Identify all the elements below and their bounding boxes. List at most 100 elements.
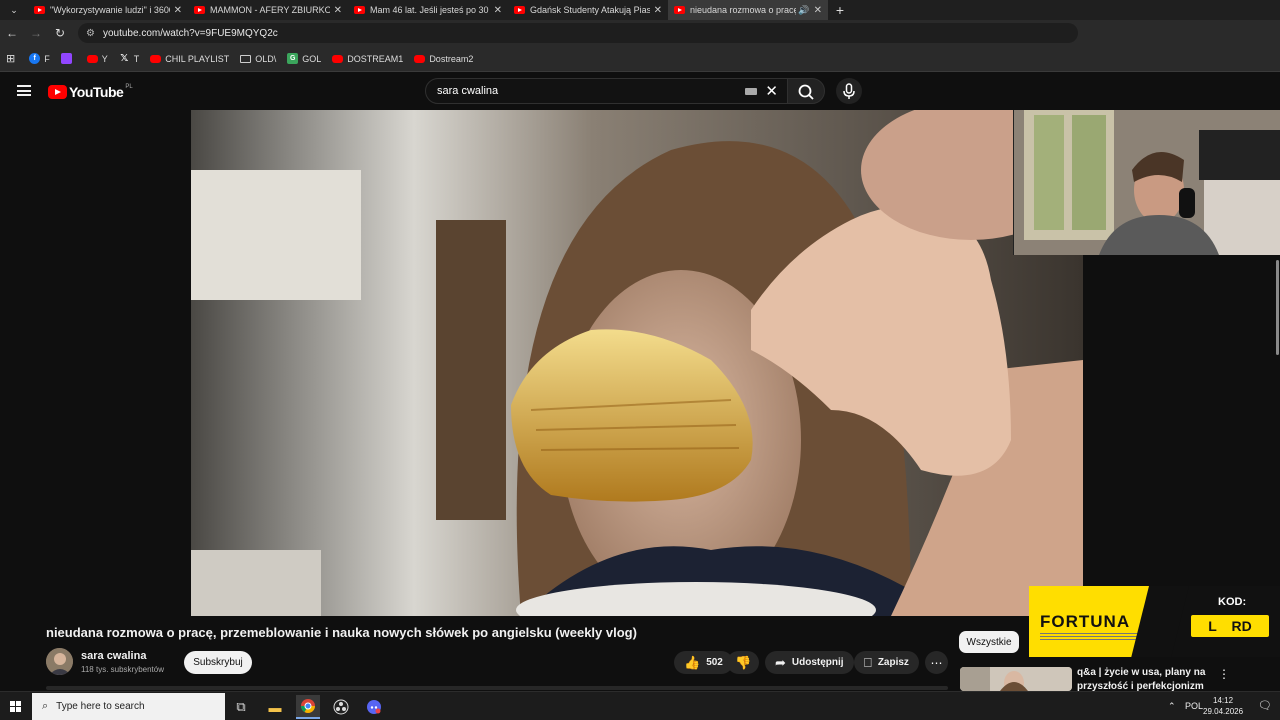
video-player-area[interactable] — [0, 110, 1280, 696]
back-arrow-icon[interactable]: ← — [0, 26, 24, 40]
dislike-button[interactable]: 👎 — [727, 651, 760, 674]
tab-close-icon[interactable]: ✕ — [494, 5, 502, 16]
youtube-play-icon — [48, 85, 67, 99]
tab-close-icon[interactable]: ✕ — [814, 5, 822, 16]
microphone-icon — [843, 83, 855, 99]
game-icon: G — [287, 53, 299, 64]
recommended-more-icon[interactable]: ⋮ — [1218, 667, 1230, 681]
x-icon: 𝕏 — [120, 53, 129, 64]
ad-fine-print — [1040, 633, 1150, 643]
share-arrow-icon: ➦ — [775, 654, 786, 670]
bookmarks-bar: ⊞ fF Y 𝕏T CHIL PLAYLIST OLD\ G GOL DOSTRE… — [0, 46, 1280, 72]
browser-tab-strip: ⌄ "Wykorzystywanie ludzi" i 3600 ✕ MAMMO… — [0, 0, 1280, 20]
url-input[interactable]: ⚙ youtube.com/watch?v=9FUE9MQYQ2c — [78, 23, 1078, 43]
youtube-favicon-icon — [34, 6, 45, 14]
browser-tab[interactable]: Mam 46 lat. Jeśli jesteś po 30 c ✕ — [348, 0, 508, 20]
voice-search-button[interactable] — [836, 78, 862, 104]
youtube-icon — [150, 54, 162, 63]
tab-title: Mam 46 lat. Jeśli jesteś po 30 c — [370, 5, 490, 15]
search-query: sara cwalina — [437, 85, 499, 97]
clear-search-icon[interactable]: ✕ — [765, 82, 778, 100]
thumbnail-image — [960, 667, 1072, 691]
bookmark-icon: ⎕ — [864, 654, 872, 670]
menu-hamburger-icon[interactable] — [17, 85, 31, 96]
search-input[interactable]: sara cwalina ✕ — [425, 78, 788, 104]
clock-date: 29.04.2026 — [1203, 707, 1244, 716]
webcam-image — [1014, 110, 1280, 255]
page-scrollbar[interactable] — [1276, 260, 1279, 355]
tab-close-icon[interactable]: ✕ — [174, 5, 182, 16]
like-button[interactable]: 👍 502 — [674, 651, 733, 674]
tab-close-icon[interactable]: ✕ — [334, 5, 342, 16]
bookmark-item[interactable] — [60, 53, 76, 64]
windows-taskbar: ⌕ Type here to search ⧉ ▬ ⌃ POL 14:12 29… — [0, 691, 1280, 720]
forward-arrow-icon[interactable]: → — [24, 26, 48, 40]
ad-code-label: KOD: — [1218, 596, 1247, 608]
new-tab-button[interactable]: + — [828, 0, 852, 20]
video-still-image — [191, 110, 1083, 616]
browser-tab[interactable]: MAMMON - AFERY ZBIURKOW ✕ — [188, 0, 348, 20]
obs-logo — [333, 699, 349, 715]
notification-icon[interactable]: 🗨 — [1258, 699, 1272, 712]
tab-search-chevron-icon[interactable]: ⌄ — [0, 0, 28, 20]
browser-tab-active[interactable]: nieudana rozmowa o pracę 🔊 ✕ — [668, 0, 828, 20]
subscribe-button[interactable]: Subskrybuj — [184, 651, 252, 674]
taskbar-search-input[interactable]: ⌕ Type here to search — [32, 693, 225, 720]
bookmark-item[interactable]: Dostream2 — [414, 54, 473, 64]
youtube-favicon-icon — [354, 6, 365, 14]
recommended-thumbnail[interactable] — [960, 667, 1072, 691]
filter-chip-all[interactable]: Wszystkie — [959, 631, 1019, 653]
browser-tab[interactable]: "Wykorzystywanie ludzi" i 3600 ✕ — [28, 0, 188, 20]
bookmark-item[interactable]: G GOL — [287, 53, 321, 64]
facebook-icon: f — [29, 53, 41, 64]
youtube-favicon-icon — [674, 6, 685, 14]
bookmark-item[interactable]: CHIL PLAYLIST — [150, 54, 229, 64]
video-title: nieudana rozmowa o pracę, przemeblowanie… — [46, 625, 637, 640]
youtube-icon — [332, 54, 344, 63]
more-actions-button[interactable]: ⋯ — [925, 651, 948, 674]
reload-icon[interactable]: ↻ — [48, 26, 72, 40]
youtube-favicon-icon — [514, 6, 525, 14]
bookmark-item[interactable]: fF — [29, 53, 50, 64]
bookmark-item[interactable]: 𝕏T — [119, 53, 139, 64]
tab-close-icon[interactable]: ✕ — [654, 5, 662, 16]
bookmark-item[interactable]: DOSTREAM1 — [332, 54, 403, 64]
discord-icon[interactable] — [362, 695, 386, 719]
streamer-webcam-overlay — [1013, 110, 1280, 255]
tab-title: MAMMON - AFERY ZBIURKOW — [210, 5, 330, 15]
bookmark-folder[interactable]: OLD\ — [240, 54, 276, 64]
chrome-icon[interactable] — [296, 695, 320, 719]
obs-icon[interactable] — [329, 695, 353, 719]
youtube-favicon-icon — [194, 6, 205, 14]
speaker-icon[interactable]: 🔊 — [798, 5, 809, 16]
tray-chevron-icon[interactable]: ⌃ — [1168, 701, 1176, 712]
browser-tab[interactable]: Gdańsk Studenty Atakują Piasto ✕ — [508, 0, 668, 20]
save-button[interactable]: ⎕ Zapisz — [854, 651, 919, 674]
subscriber-count: 118 tys. subskrybentów — [81, 665, 165, 674]
keyboard-icon[interactable] — [745, 88, 757, 95]
file-explorer-icon[interactable]: ▬ — [263, 695, 287, 719]
site-info-icon[interactable]: ⚙ — [86, 28, 95, 39]
video-frame[interactable] — [191, 110, 1083, 616]
fortuna-ad-banner: FORTUNA KOD: L RD — [1029, 586, 1280, 657]
like-count: 502 — [706, 657, 723, 668]
tab-title: Gdańsk Studenty Atakują Piasto — [530, 5, 650, 15]
search-button[interactable] — [787, 78, 825, 104]
url-text: youtube.com/watch?v=9FUE9MQYQ2c — [102, 27, 278, 39]
share-button[interactable]: ➦ Udostępnij — [765, 651, 854, 674]
address-bar-row: ← → ↻ ⚙ youtube.com/watch?v=9FUE9MQYQ2c — [0, 20, 1280, 46]
channel-avatar[interactable] — [46, 648, 73, 675]
system-clock[interactable]: 14:12 29.04.2026 — [1203, 695, 1243, 717]
ad-brand: FORTUNA — [1040, 612, 1131, 631]
channel-name[interactable]: sara cwalina — [81, 650, 146, 662]
more-dots-icon: ⋯ — [930, 655, 943, 670]
input-language[interactable]: POL — [1185, 701, 1203, 711]
youtube-logo[interactable]: YouTube PL — [48, 84, 133, 100]
task-view-icon[interactable]: ⧉ — [229, 695, 253, 719]
apps-grid-icon[interactable]: ⊞ — [6, 52, 15, 65]
discord-logo — [367, 700, 381, 714]
description-box[interactable] — [46, 686, 948, 690]
youtube-header: YouTube PL sara cwalina ✕ — [0, 72, 1013, 110]
bookmark-item[interactable]: Y — [86, 54, 108, 64]
windows-start-icon[interactable] — [10, 701, 22, 713]
